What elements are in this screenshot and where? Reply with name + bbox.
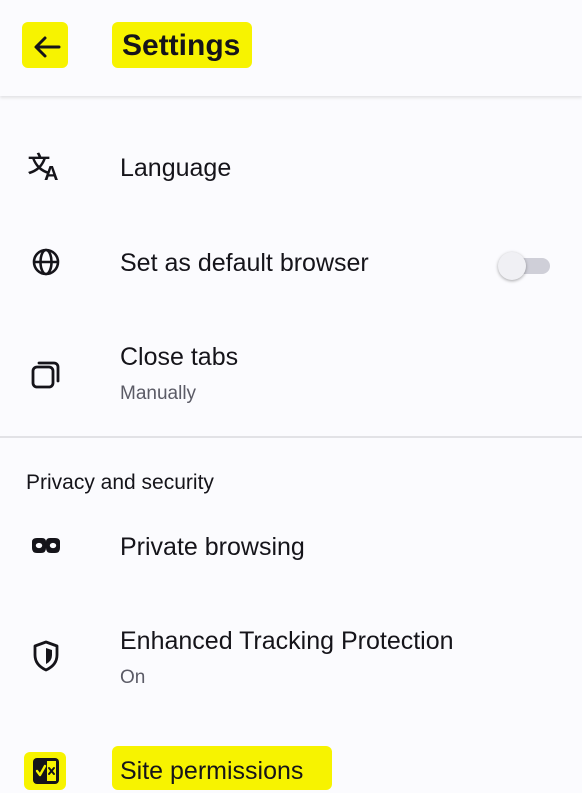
settings-item-label: Language [120, 154, 232, 182]
settings-item-private-browsing[interactable]: Private browsing [0, 508, 582, 592]
settings-item-language[interactable]: 文 A Language [0, 110, 582, 220]
settings-item-subtitle: Manually [120, 383, 197, 404]
site-permissions-icon [28, 753, 64, 789]
page-title: Settings [122, 29, 241, 62]
toggle-thumb [498, 252, 526, 280]
settings-item-default-browser[interactable]: Set as default browser [0, 220, 582, 310]
app-bar: Settings [0, 0, 582, 96]
settings-item-label: Close tabs [120, 343, 239, 371]
settings-item-label: Enhanced Tracking Protection [120, 627, 454, 655]
settings-item-tracking-protection[interactable]: Enhanced Tracking Protection On [0, 592, 582, 722]
settings-item-label: Private browsing [120, 533, 305, 561]
default-browser-toggle[interactable] [498, 252, 552, 280]
settings-item-site-permissions[interactable]: Site permissions [0, 722, 582, 793]
settings-item-label: Site permissions [120, 757, 304, 785]
settings-item-subtitle: On [120, 667, 146, 688]
globe-icon [28, 244, 64, 280]
tabs-icon [28, 356, 64, 392]
section-title: Privacy and security [26, 471, 214, 494]
back-button[interactable] [30, 30, 64, 64]
shield-icon [28, 638, 64, 674]
mask-icon [28, 528, 64, 564]
settings-item-close-tabs[interactable]: Close tabs Manually [0, 310, 582, 436]
translate-icon: 文 A [28, 148, 64, 184]
settings-item-label: Set as default browser [120, 249, 369, 277]
section-divider [0, 436, 582, 438]
arrow-left-icon [34, 36, 61, 58]
svg-text:A: A [44, 163, 58, 184]
